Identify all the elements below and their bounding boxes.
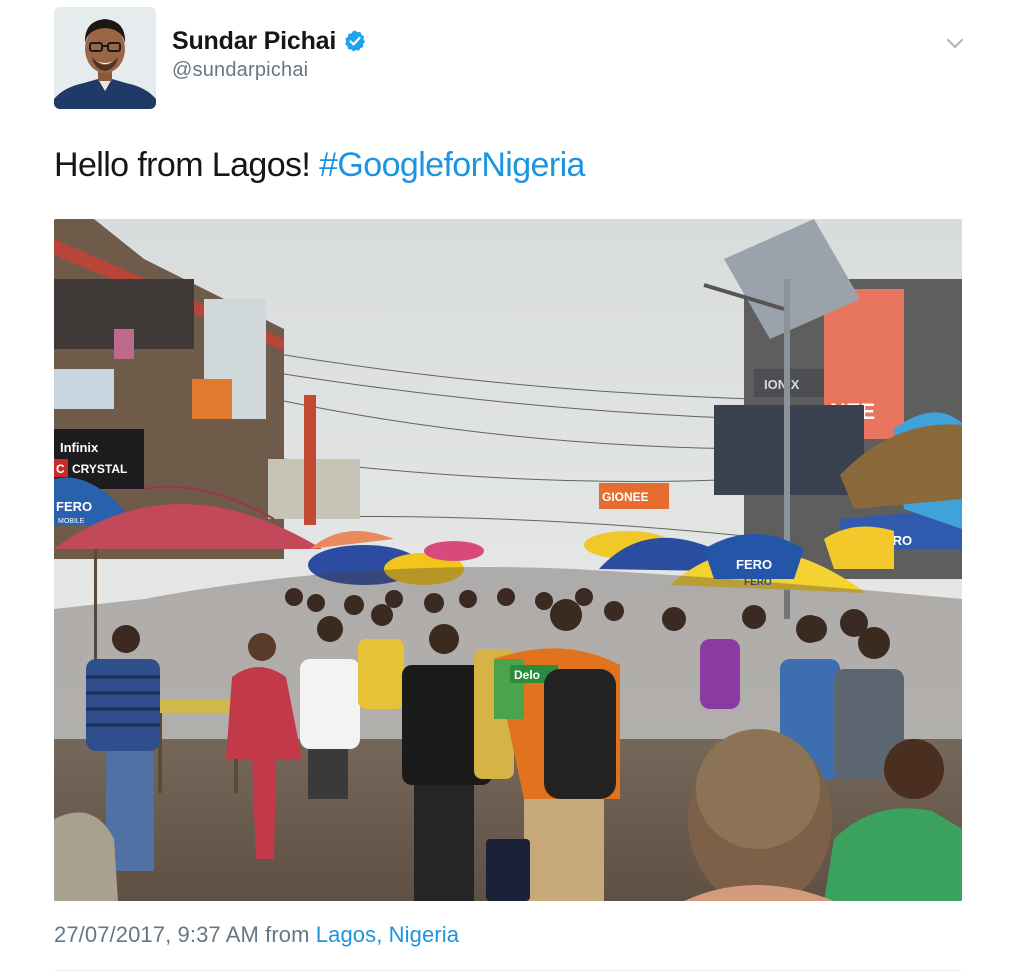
sign-crystal: CRYSTAL [72,462,127,476]
sign-infinix: Infinix [60,440,99,455]
tweet-text: Hello from Lagos! #GoogleforNigeria [54,146,585,185]
sign-delo: Delo [514,668,540,682]
author-display-name[interactable]: Sundar Pichai [172,27,336,56]
tweet-menu-button[interactable] [942,34,968,54]
location-link[interactable]: Lagos, Nigeria [316,922,459,947]
hashtag-link[interactable]: #GoogleforNigeria [319,146,585,184]
sign-crystal-short: C [56,462,65,476]
tweet-meta: 27/07/2017, 9:37 AM from Lagos, Nigeria [54,922,459,948]
name-row: Sundar Pichai [172,24,367,58]
author-handle[interactable]: @sundarpichai [172,59,367,82]
sign-fero-umbrella: FERO [736,557,772,572]
tweet-text-plain: Hello from Lagos! [54,146,320,184]
tweet-card: Sundar Pichai @sundarpichai Hello from L… [0,0,1024,976]
from-label: from [258,922,316,947]
tweet-photo[interactable]: Infinix C CRYSTAL FERO MOBILE NEE IONIX … [54,219,962,901]
author-avatar[interactable] [54,7,156,109]
sign-tablet: IONIX [764,377,800,392]
sign-fero-left-sub: MOBILE [58,518,85,525]
chevron-down-icon [946,38,964,49]
sign-fero-left: FERO [56,499,92,514]
tweet-datetime[interactable]: 27/07/2017, 9:37 AM [54,922,259,947]
author-info[interactable]: Sundar Pichai @sundarpichai [172,24,367,82]
profile-photo [54,7,156,109]
crowded-street-market-icon: Infinix C CRYSTAL FERO MOBILE NEE IONIX … [54,219,962,901]
divider [54,970,962,971]
verified-badge-icon [343,29,367,53]
sign-gionee: GIONEE [602,490,649,504]
